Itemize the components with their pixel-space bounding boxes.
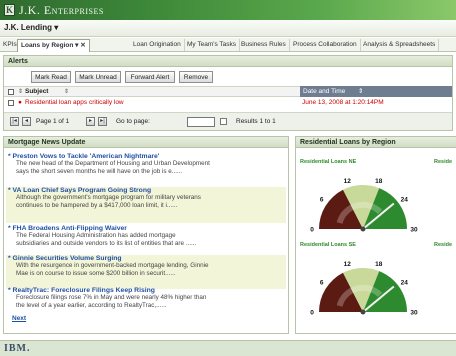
gauge-tick-label: 6 bbox=[320, 197, 324, 204]
alert-date: June 13, 2008 at 1:20:14PM bbox=[302, 99, 384, 106]
subject-sort-icon[interactable]: ⇕ bbox=[64, 87, 69, 97]
brand-logo: K bbox=[4, 4, 15, 16]
forward-alert-button[interactable]: Forward Alert bbox=[125, 71, 175, 83]
tab-bar: KPIs Loans by Region ▾ ✕ Loan Originatio… bbox=[0, 38, 456, 52]
goto-page-input[interactable] bbox=[187, 117, 215, 127]
news-summary: The Federal Housing Administration has a… bbox=[16, 232, 176, 239]
news-headline[interactable]: * RealtyTrac: Foreclosure Filings Keep R… bbox=[6, 287, 286, 294]
gauge-label-ne: Residential Loans NE bbox=[300, 159, 357, 165]
gauge-tick-label: 24 bbox=[401, 280, 409, 287]
first-page-icon[interactable]: |◂ bbox=[10, 117, 19, 126]
date-column-header[interactable]: Date and Time ⇕ bbox=[300, 86, 452, 97]
mark-read-button[interactable]: Mark Read bbox=[31, 71, 71, 83]
gauge-tick-label: 30 bbox=[410, 310, 418, 317]
gauge-tick-label: 18 bbox=[375, 178, 383, 185]
gauge-tick-label: 12 bbox=[344, 261, 352, 268]
tab-my-teams-tasks[interactable]: My Team's Tasks bbox=[184, 39, 241, 51]
loans-title: Residential Loans by Region bbox=[296, 137, 456, 148]
last-page-icon[interactable]: ▸| bbox=[98, 117, 107, 126]
pager: |◂ ◂ Page 1 of 1 ▸ ▸| Go to page: Result… bbox=[4, 112, 452, 130]
gauge-tick-label: 0 bbox=[310, 310, 314, 317]
news-summary: continues to be hampered by a $417,000 l… bbox=[16, 202, 178, 209]
gauge-label-se: Residential Loans SE bbox=[300, 242, 356, 248]
page-info: Page 1 of 1 bbox=[36, 118, 70, 125]
critical-icon: ● bbox=[18, 99, 22, 106]
alert-subject[interactable]: Residential loan apps critically low bbox=[25, 98, 124, 108]
workspace-bar: J.K. Lending ▾ bbox=[0, 20, 456, 37]
news-summary: Although the government's mortgage progr… bbox=[16, 194, 201, 201]
prev-page-icon[interactable]: ◂ bbox=[22, 117, 31, 126]
gauge-tick-label: 12 bbox=[344, 178, 352, 185]
tab-business-rules[interactable]: Business Rules bbox=[238, 39, 290, 51]
news-headline[interactable]: * FHA Broadens Anti-Flipping Waiver bbox=[6, 225, 286, 232]
news-summary: Foreclosure filings rose 7% in May and w… bbox=[16, 294, 207, 301]
news-summary: says the short seven months he will have… bbox=[16, 168, 183, 175]
remove-button[interactable]: Remove bbox=[179, 71, 213, 83]
subject-column-header[interactable]: Subject bbox=[25, 87, 48, 97]
results-count: Results 1 to 1 bbox=[236, 118, 276, 125]
tab-loans-by-region[interactable]: Loans by Region ▾ ✕ bbox=[17, 39, 90, 52]
footer: IBM. bbox=[0, 340, 456, 356]
tab-process-collaboration[interactable]: Process Collaboration bbox=[290, 39, 361, 51]
ibm-logo: IBM. bbox=[4, 343, 31, 354]
news-summary: With the resurgence in government-backed… bbox=[16, 262, 209, 269]
date-column-label: Date and Time bbox=[303, 88, 346, 95]
row-checkbox[interactable] bbox=[8, 100, 14, 106]
sort-icon[interactable]: ⇕ bbox=[18, 87, 23, 97]
goto-label: Go to page: bbox=[116, 118, 150, 125]
table-row[interactable]: ● Residential loan apps critically low J… bbox=[4, 98, 452, 108]
news-headline[interactable]: * VA Loan Chief Says Program Going Stron… bbox=[6, 187, 286, 194]
mark-unread-button[interactable]: Mark Unread bbox=[75, 71, 121, 83]
news-summary: The new head of the Department of Housin… bbox=[16, 160, 210, 167]
brand-name: J.K. Enterprises bbox=[19, 3, 104, 17]
list-item[interactable]: * Preston Vows to Tackle 'American Night… bbox=[6, 153, 286, 176]
list-item[interactable]: * RealtyTrac: Foreclosure Filings Keep R… bbox=[6, 287, 286, 310]
tab-analysis-spreadsheets[interactable]: Analysis & Spreadsheets bbox=[360, 39, 440, 51]
news-summary: the level of a year earlier, according t… bbox=[16, 302, 167, 309]
news-summary: Mae is on course to issue some $200 bill… bbox=[16, 270, 176, 277]
news-panel: Mortgage News Update * Preston Vows to T… bbox=[3, 136, 289, 334]
gauge-hub bbox=[360, 226, 366, 232]
gauge-tick-label: 30 bbox=[410, 227, 418, 234]
gauge-tick-label: 0 bbox=[310, 227, 314, 234]
gauge-ne: 0 6 12 18 24 30 bbox=[310, 178, 418, 234]
app-header: K J.K. Enterprises bbox=[0, 0, 456, 20]
next-link[interactable]: Next bbox=[12, 315, 26, 322]
select-all-checkbox[interactable] bbox=[8, 89, 14, 95]
news-summary: subsidiaries and outside vendors to its … bbox=[16, 240, 197, 247]
alerts-table-header: ⇕ Subject ⇕ Date and Time ⇕ bbox=[4, 86, 452, 97]
news-headline[interactable]: * Ginnie Securities Volume Surging bbox=[6, 255, 286, 262]
list-item[interactable]: * FHA Broadens Anti-Flipping Waiver The … bbox=[6, 225, 286, 248]
gauge-tick-label: 18 bbox=[375, 261, 383, 268]
list-item[interactable]: * Ginnie Securities Volume Surging With … bbox=[6, 255, 286, 289]
alerts-panel: Alerts Mark Read Mark Unread Forward Ale… bbox=[3, 55, 453, 131]
gauge-label-partial: Reside bbox=[434, 159, 453, 165]
loans-panel: Residential Loans by Region Residential … bbox=[295, 136, 456, 334]
alerts-title: Alerts bbox=[4, 56, 452, 67]
list-item[interactable]: * VA Loan Chief Says Program Going Stron… bbox=[6, 187, 286, 223]
next-page-icon[interactable]: ▸ bbox=[86, 117, 95, 126]
gauge-tick-label: 6 bbox=[320, 280, 324, 287]
gauge-hub bbox=[360, 309, 366, 315]
news-title: Mortgage News Update bbox=[4, 137, 288, 148]
goto-checkbox[interactable] bbox=[220, 118, 227, 125]
news-headline[interactable]: * Preston Vows to Tackle 'American Night… bbox=[6, 153, 286, 160]
gauge-se: 0 6 12 18 24 30 bbox=[310, 261, 418, 317]
gauge-label-partial-2: Reside bbox=[434, 242, 453, 248]
date-sort-icon[interactable]: ⇕ bbox=[358, 86, 363, 97]
gauge-tick-label: 24 bbox=[401, 197, 409, 204]
tab-loan-origination[interactable]: Loan Origination bbox=[130, 39, 185, 51]
workspace-switcher[interactable]: J.K. Lending ▾ bbox=[4, 23, 58, 32]
